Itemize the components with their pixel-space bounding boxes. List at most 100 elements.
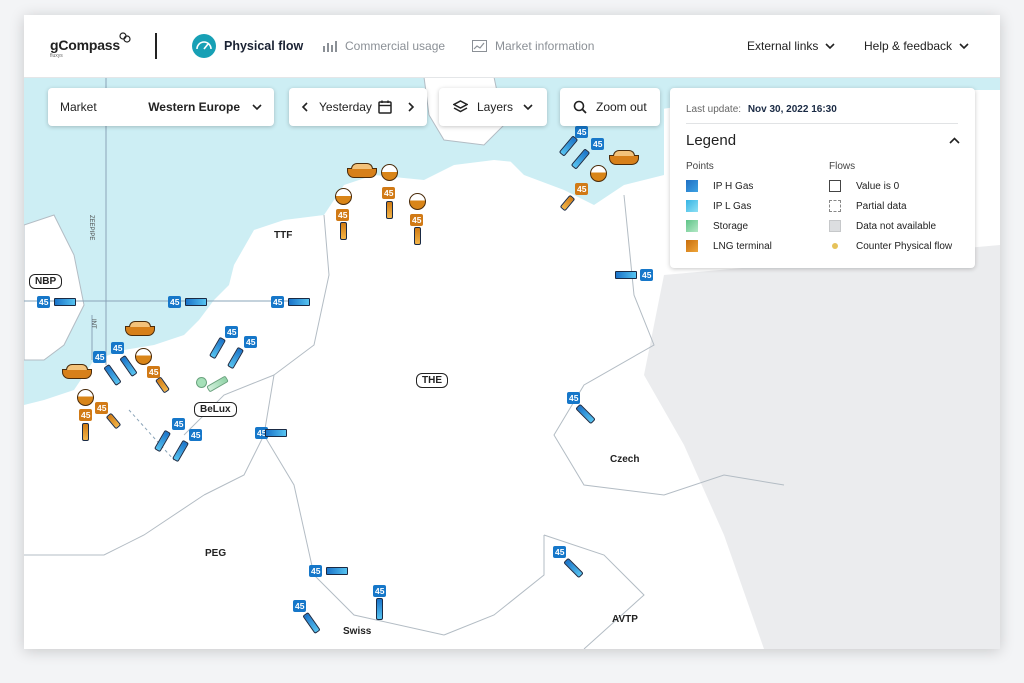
lng-swatch [686, 240, 698, 252]
flow-point-lng[interactable] [414, 227, 421, 245]
lng-ship-icon[interactable] [609, 150, 639, 165]
nav-physical-flow[interactable]: Physical flow [192, 15, 303, 77]
legend-item-data-not-available: Data not available [829, 220, 936, 232]
last-update-label: Last update: [686, 104, 742, 115]
pipeline-label-zeepipe: ZEEPIPE [88, 215, 94, 241]
market-selector[interactable]: Market Western Europe [48, 88, 274, 126]
flow-point-lng[interactable] [82, 423, 89, 441]
flow-point-ip-h-gas[interactable] [326, 567, 348, 575]
legend-item-lng-terminal: LNG terminal [686, 240, 772, 252]
zoom-out-icon [573, 100, 587, 114]
region-label-peg[interactable]: PEG [205, 548, 226, 559]
flow-value-badge[interactable]: 45 [147, 366, 161, 378]
flow-value-badge[interactable]: 45 [293, 600, 307, 612]
date-selector[interactable]: Yesterday [289, 88, 427, 126]
market-value: Western Europe [148, 100, 240, 114]
flow-point-ip-h-gas[interactable] [288, 298, 310, 306]
legend-item-storage: Storage [686, 220, 748, 232]
lng-tank-icon[interactable] [409, 193, 426, 210]
flow-value-badge[interactable]: 45 [640, 269, 654, 281]
legend-item-value-zero: Value is 0 [829, 180, 899, 192]
last-update: Last update: Nov 30, 2022 16:30 [686, 104, 837, 115]
lng-tank-icon[interactable] [335, 188, 352, 205]
flow-value-badge[interactable]: 45 [575, 183, 589, 195]
flow-point-ip-h-gas[interactable] [376, 598, 383, 620]
legend-item-partial-data: Partial data [829, 200, 907, 212]
region-label-nbp[interactable]: NBP [29, 274, 63, 289]
chevron-down-icon [825, 42, 835, 49]
legend-item-label: Storage [713, 220, 749, 232]
help-feedback-menu[interactable]: Help & feedback [864, 15, 969, 77]
external-links-label: External links [747, 39, 819, 53]
lng-ship-icon[interactable] [62, 364, 92, 379]
chevron-right-icon[interactable] [408, 102, 415, 112]
nav-physical-flow-label: Physical flow [224, 39, 304, 53]
zoom-out-button[interactable]: Zoom out [560, 88, 660, 126]
legend-item-label: Counter Physical flow [856, 240, 953, 252]
layers-icon [453, 100, 468, 113]
flow-value-badge[interactable]: 45 [225, 326, 239, 338]
lng-tank-icon[interactable] [77, 389, 94, 406]
flow-value-badge[interactable]: 45 [95, 402, 109, 414]
flow-point-lng[interactable] [340, 222, 347, 240]
app-window: gCompass fluxys Physical flow Commercial… [24, 15, 1000, 649]
nav-market-information-label: Market information [495, 39, 595, 53]
flow-point-lng[interactable] [386, 201, 393, 219]
last-update-value: Nov 30, 2022 16:30 [747, 104, 837, 115]
flow-value-badge[interactable]: 45 [575, 126, 589, 138]
external-links-menu[interactable]: External links [747, 15, 835, 77]
legend-item-counter-flow: Counter Physical flow [829, 240, 952, 252]
flow-value-badge[interactable]: 45 [271, 296, 285, 308]
flow-value-badge[interactable]: 45 [553, 546, 567, 558]
lng-ship-icon[interactable] [125, 321, 155, 336]
flows-header: Flows [829, 161, 856, 172]
chevron-left-icon[interactable] [301, 102, 308, 112]
flow-value-badge[interactable]: 45 [189, 429, 203, 441]
lng-tank-icon[interactable] [381, 164, 398, 181]
app-logo[interactable]: gCompass [50, 37, 120, 53]
flow-value-badge[interactable]: 45 [244, 336, 258, 348]
layers-selector[interactable]: Layers [439, 88, 547, 126]
counter-flow-swatch [829, 240, 841, 252]
lng-ship-icon[interactable] [347, 163, 377, 178]
legend-item-label: Value is 0 [856, 180, 900, 192]
flow-value-badge[interactable]: 45 [168, 296, 182, 308]
flow-point-ip-h-gas[interactable] [615, 271, 637, 279]
region-label-belux[interactable]: BeLux [194, 402, 237, 417]
flow-value-badge[interactable]: 45 [111, 342, 125, 354]
flow-point-ip-h-gas[interactable] [54, 298, 76, 306]
flow-value-badge[interactable]: 45 [37, 296, 51, 308]
flow-value-badge[interactable]: 45 [373, 585, 387, 597]
flow-value-badge[interactable]: 45 [172, 418, 186, 430]
line-chart-icon [472, 40, 487, 52]
legend-item-label: LNG terminal [713, 240, 772, 252]
storage-icon[interactable] [196, 377, 207, 388]
flow-value-badge[interactable]: 45 [382, 187, 396, 199]
ip-l-gas-swatch [686, 200, 698, 212]
region-label-swiss[interactable]: Swiss [343, 626, 371, 637]
lng-tank-icon[interactable] [590, 165, 607, 182]
region-label-the[interactable]: THE [416, 373, 448, 388]
flow-value-badge[interactable]: 45 [93, 351, 107, 363]
value-zero-swatch [829, 180, 841, 192]
flow-value-badge[interactable]: 45 [410, 214, 424, 226]
lng-tank-icon[interactable] [135, 348, 152, 365]
flow-value-badge[interactable]: 45 [79, 409, 93, 421]
nav-commercial-usage[interactable]: Commercial usage [322, 15, 445, 77]
region-label-avtp[interactable]: AVTP [612, 614, 638, 625]
flow-point-ip-h-gas[interactable] [185, 298, 207, 306]
nav-market-information[interactable]: Market information [472, 15, 594, 77]
flow-value-badge[interactable]: 45 [336, 209, 350, 221]
flow-value-badge[interactable]: 45 [309, 565, 323, 577]
data-na-swatch [829, 220, 841, 232]
logo-mark-icon [119, 32, 131, 43]
region-label-ttf[interactable]: TTF [274, 230, 292, 241]
flow-value-badge[interactable]: 45 [567, 392, 581, 404]
flow-point-ip-h-gas[interactable] [265, 429, 287, 437]
calendar-icon[interactable] [378, 100, 392, 114]
bar-chart-icon [323, 41, 337, 52]
chevron-up-icon[interactable] [949, 137, 960, 144]
flow-value-badge[interactable]: 45 [591, 138, 605, 150]
region-label-czech[interactable]: Czech [610, 454, 639, 465]
legend-title: Legend [686, 132, 737, 149]
